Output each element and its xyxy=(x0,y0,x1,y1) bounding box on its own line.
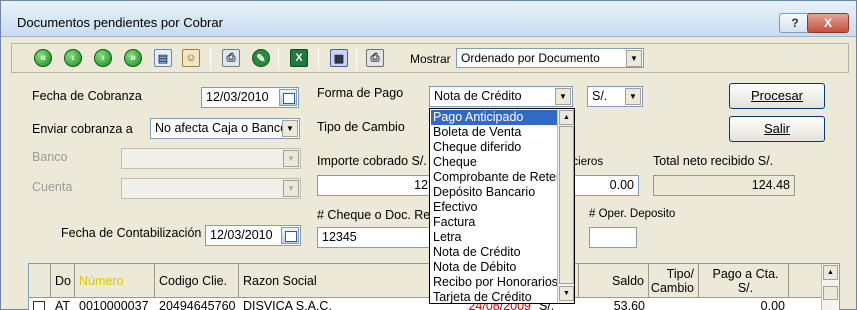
calendar-icon[interactable] xyxy=(279,89,297,106)
importe-label: Importe cobrado S/. xyxy=(317,154,427,168)
dropdown-option[interactable]: Comprobante de Reter xyxy=(431,170,557,185)
moneda-value: S/. xyxy=(592,89,608,103)
mostrar-value: Ordenado por Documento xyxy=(461,51,600,65)
toolbar-separator xyxy=(356,48,357,70)
fecha-contab-label: Fecha de Contabilización xyxy=(61,226,202,240)
scroll-thumb[interactable] xyxy=(559,126,574,284)
tipo-cambio-label: Tipo de Cambio xyxy=(317,120,405,134)
salir-button[interactable]: Salir xyxy=(729,116,825,142)
dropdown-option[interactable]: Nota de Débito xyxy=(431,260,557,275)
dropdown-scrollbar[interactable]: ▲ ▼ xyxy=(557,109,574,303)
col-tipo-cambio-header[interactable]: Tipo/ Cambio xyxy=(649,264,699,298)
window-title: Documentos pendientes por Cobrar xyxy=(17,15,223,30)
row-saldo: 53.60 xyxy=(613,299,645,310)
print-preview-icon[interactable]: ⎙ xyxy=(222,49,240,67)
forma-pago-value: Nota de Crédito xyxy=(434,89,522,103)
forma-pago-select[interactable]: Nota de Crédito ▼ xyxy=(429,86,573,107)
mostrar-label: Mostrar xyxy=(410,52,451,66)
chevron-down-icon[interactable]: ▼ xyxy=(626,50,642,67)
toolbar: « ‹ › » ▤ ☺ ⎙ ✎ X ▦ ⎙ Mostrar Ordenado p… xyxy=(11,43,849,73)
excel-icon[interactable]: X xyxy=(290,49,308,67)
document-icon[interactable]: ▤ xyxy=(154,49,172,67)
enviar-value: No afecta Caja o Banco xyxy=(155,121,288,135)
dropdown-option[interactable]: Tarjeta de Crédito xyxy=(431,290,557,303)
col-extra-header xyxy=(789,264,823,298)
fecha-cobranza-label: Fecha de Cobranza xyxy=(32,89,142,103)
moneda-select[interactable]: S/. ▼ xyxy=(587,86,643,107)
toolbar-separator xyxy=(318,48,319,70)
dropdown-option[interactable]: Nota de Crédito xyxy=(431,245,557,260)
row-razon: DISVICA S.A.C. xyxy=(243,299,332,310)
chevron-down-icon: ▼ xyxy=(283,150,299,167)
row-codigo: 20494645760 xyxy=(159,299,236,310)
dropdown-option[interactable]: Factura xyxy=(431,215,557,230)
dropdown-option[interactable]: Cheque diferido xyxy=(431,140,557,155)
toolbar-separator xyxy=(278,48,279,70)
scroll-up-icon[interactable]: ▲ xyxy=(559,110,574,125)
row-checkbox[interactable] xyxy=(33,301,45,310)
main-window: Documentos pendientes por Cobrar ? X « ‹… xyxy=(0,0,857,310)
col-pago-header[interactable]: Pago a Cta. S/. xyxy=(699,264,789,298)
total-field: 124.48 xyxy=(653,175,795,196)
prev-icon[interactable]: ‹ xyxy=(64,49,82,67)
cuenta-label: Cuenta xyxy=(32,180,73,194)
row-do: AT xyxy=(55,299,71,310)
fecha-contab-field[interactable]: 12/03/2010 xyxy=(205,225,301,246)
last-icon[interactable]: » xyxy=(124,49,142,67)
chevron-down-icon[interactable]: ▼ xyxy=(282,120,298,137)
pin-icon[interactable]: ✎ xyxy=(252,49,270,67)
table-scrollbar[interactable]: ▲ xyxy=(821,264,839,310)
fecha-cobranza-field[interactable]: 12/03/2010 xyxy=(201,87,299,108)
financieros-field[interactable]: 0.00 xyxy=(571,175,639,196)
mostrar-select[interactable]: Ordenado por Documento ▼ xyxy=(456,48,644,68)
next-icon[interactable]: › xyxy=(94,49,112,67)
procesar-button[interactable]: Procesar xyxy=(729,83,825,109)
banco-select[interactable]: ▼ xyxy=(121,148,301,169)
forma-pago-label: Forma de Pago xyxy=(317,86,404,100)
cuenta-select[interactable]: ▼ xyxy=(121,178,301,199)
printer-icon[interactable]: ⎙ xyxy=(366,49,384,67)
scroll-thumb[interactable] xyxy=(823,286,838,300)
dropdown-option[interactable]: Pago Anticipado xyxy=(431,110,557,125)
dropdown-option[interactable]: Letra xyxy=(431,230,557,245)
forma-pago-dropdown: Pago Anticipado Boleta de Venta Cheque dif… xyxy=(429,108,575,304)
toolbar-separator xyxy=(210,48,211,70)
first-icon[interactable]: « xyxy=(34,49,52,67)
title-bar: Documentos pendientes por Cobrar ? X xyxy=(1,1,856,37)
close-button[interactable]: X xyxy=(807,13,849,33)
col-saldo-header[interactable]: Saldo xyxy=(579,264,649,298)
chevron-down-icon: ▼ xyxy=(283,180,299,197)
dropdown-option[interactable]: Cheque xyxy=(431,155,557,170)
row-selector-header xyxy=(29,264,51,298)
dropdown-option[interactable]: Depósito Bancario xyxy=(431,185,557,200)
enviar-select[interactable]: No afecta Caja o Banco ▼ xyxy=(150,118,300,139)
col-numero-header[interactable]: Número xyxy=(75,264,155,298)
scroll-up-icon[interactable]: ▲ xyxy=(823,265,838,280)
users-icon[interactable]: ☺ xyxy=(182,49,200,67)
importe-field[interactable]: 12 xyxy=(317,175,433,196)
oper-label: # Oper. Deposito xyxy=(589,208,676,220)
cheque-label: # Cheque o Doc. Re xyxy=(317,208,431,222)
row-numero: 0010000037 xyxy=(79,299,149,310)
total-label: Total neto recibido S/. xyxy=(653,154,774,168)
cheque-field[interactable]: 12345 xyxy=(317,227,433,248)
fecha-contab-value: 12/03/2010 xyxy=(210,228,273,242)
fecha-cobranza-value: 12/03/2010 xyxy=(206,90,269,104)
col-codigo-header[interactable]: Codigo Clie. xyxy=(155,264,239,298)
enviar-label: Enviar cobranza a xyxy=(32,122,133,136)
scroll-down-icon[interactable]: ▼ xyxy=(559,286,574,301)
row-pago[interactable]: 0.00 xyxy=(699,299,785,310)
chevron-down-icon[interactable]: ▼ xyxy=(625,88,641,105)
dropdown-option[interactable]: Efectivo xyxy=(431,200,557,215)
calendar-icon[interactable] xyxy=(281,227,299,244)
dropdown-option[interactable]: Boleta de Venta xyxy=(431,125,557,140)
chevron-down-icon[interactable]: ▼ xyxy=(555,88,571,105)
dropdown-option[interactable]: Recibo por Honorarios xyxy=(431,275,557,290)
calculator-icon[interactable]: ▦ xyxy=(330,49,348,67)
col-razon-header[interactable]: Razon Social xyxy=(239,264,461,298)
banco-label: Banco xyxy=(32,150,68,164)
col-do-header[interactable]: Do xyxy=(51,264,75,298)
oper-field[interactable] xyxy=(589,227,637,248)
